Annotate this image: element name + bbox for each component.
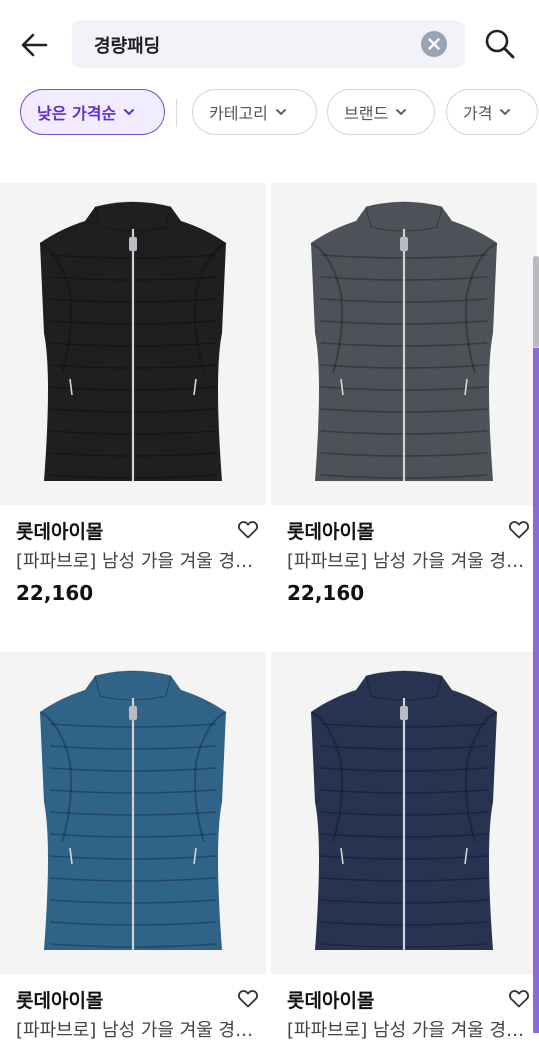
seller-name: 롯데아이몰 (287, 990, 375, 1012)
back-button[interactable] (18, 28, 52, 62)
wishlist-button[interactable] (236, 986, 260, 1010)
chip-label: 카테고리 (209, 104, 268, 123)
clear-search-button[interactable] (421, 31, 447, 57)
chevron-down-icon (500, 109, 511, 115)
filter-divider (176, 99, 177, 127)
category-filter-chip[interactable]: 카테고리 (192, 89, 317, 135)
vest-illustration (39, 201, 227, 481)
seller-name: 롯데아이몰 (16, 990, 104, 1012)
product-name: [파파브로] 남성 가을 겨울 경량패딩 조끼 (16, 1020, 256, 1041)
heart-outline-icon (508, 990, 530, 1008)
vest-illustration (39, 670, 227, 950)
wishlist-button[interactable] (507, 517, 531, 541)
sort-low-price-chip[interactable]: 낮은 가격순 (20, 89, 165, 135)
search-icon (485, 29, 515, 59)
vest-illustration (310, 201, 498, 481)
brand-filter-chip[interactable]: 브랜드 (327, 89, 435, 135)
product-name: [파파브로] 남성 가을 겨울 경량패딩 조끼 (287, 1020, 527, 1041)
vest-illustration (310, 670, 498, 950)
arrow-left-icon (21, 33, 48, 57)
product-name: [파파브로] 남성 가을 겨울 경량패딩 조끼 (287, 551, 527, 572)
chip-label: 브랜드 (344, 104, 389, 123)
search-input[interactable]: 경량패딩 (72, 20, 465, 68)
product-image[interactable] (271, 183, 537, 505)
price-filter-chip[interactable]: 가격 (446, 89, 538, 135)
search-query: 경량패딩 (94, 36, 161, 57)
seller-name: 롯데아이몰 (16, 521, 104, 543)
product-name: [파파브로] 남성 가을 겨울 경량패딩 조끼 (16, 551, 256, 572)
search-button[interactable] (482, 26, 518, 62)
scrollbar-thumb-top[interactable] (533, 256, 539, 348)
product-price: 22,160 (16, 581, 94, 605)
scrollbar-thumb[interactable] (533, 348, 539, 1033)
top-bar: 경량패딩 (0, 0, 539, 88)
chip-label: 낮은 가격순 (37, 104, 117, 123)
wishlist-button[interactable] (507, 986, 531, 1010)
filter-bar: 낮은 가격순 카테고리 브랜드 가격 (0, 89, 539, 139)
product-image[interactable] (0, 652, 266, 974)
chevron-down-icon (396, 109, 407, 115)
close-icon (428, 38, 440, 50)
chevron-down-icon (124, 109, 135, 115)
seller-name: 롯데아이몰 (287, 521, 375, 543)
chevron-down-icon (275, 109, 286, 115)
heart-outline-icon (237, 521, 259, 539)
heart-outline-icon (508, 521, 530, 539)
product-price: 22,160 (287, 581, 365, 605)
chip-label: 가격 (463, 104, 493, 123)
product-image[interactable] (271, 652, 537, 974)
product-image[interactable] (0, 183, 266, 505)
heart-outline-icon (237, 990, 259, 1008)
wishlist-button[interactable] (236, 517, 260, 541)
